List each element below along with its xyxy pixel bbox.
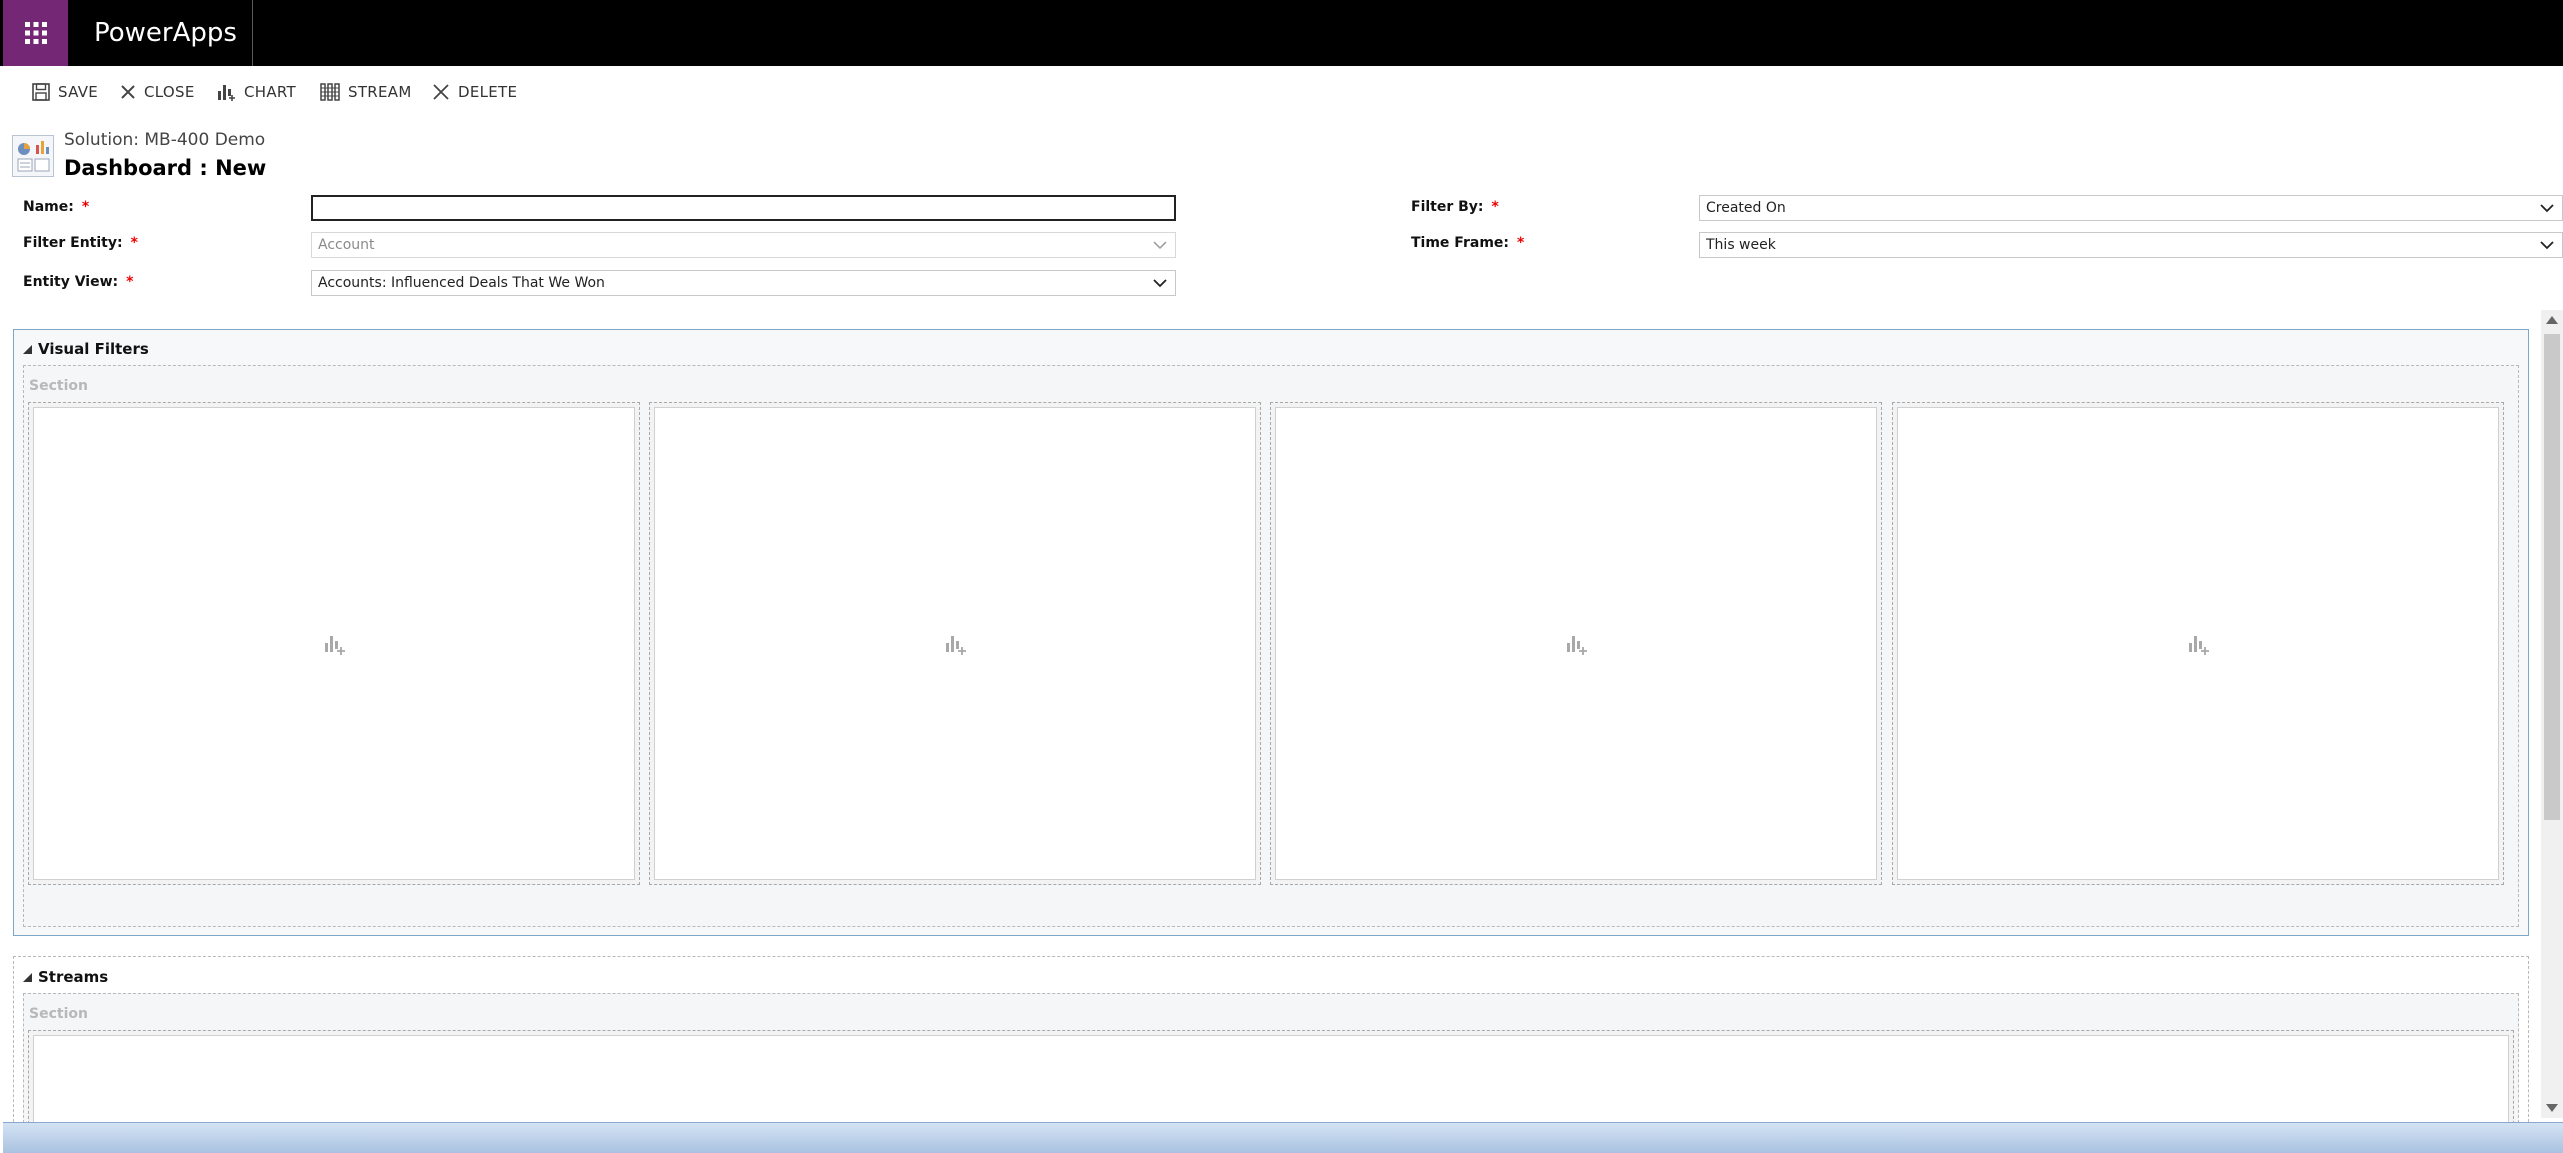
chart-placeholder-4[interactable]: [1892, 402, 2504, 885]
filter-entity-select[interactable]: Account: [311, 232, 1176, 258]
filter-entity-label: Filter Entity: *: [23, 234, 138, 252]
time-frame-label: Time Frame: *: [1411, 234, 1524, 252]
add-chart-icon: [946, 635, 966, 655]
section-label: Section: [29, 378, 88, 394]
visual-filters-header[interactable]: Visual Filters: [23, 340, 149, 358]
add-chart-icon: [1567, 635, 1587, 655]
entity-view-label-text: Entity View:: [23, 274, 119, 290]
visual-filters-title: Visual Filters: [38, 340, 149, 358]
required-marker: *: [130, 235, 138, 251]
streams-tab: Streams Section: [13, 956, 2529, 1124]
chart-label: CHART: [244, 83, 297, 101]
name-input[interactable]: [311, 195, 1176, 221]
page-title: Dashboard : New: [64, 156, 267, 180]
entity-view-select[interactable]: Accounts: Influenced Deals That We Won: [311, 270, 1176, 296]
save-icon: [32, 83, 50, 101]
close-button[interactable]: CLOSE: [120, 72, 195, 112]
chevron-down-icon: [1153, 241, 1167, 250]
time-frame-label-text: Time Frame:: [1411, 235, 1510, 251]
filter-by-label: Filter By: *: [1411, 198, 1499, 216]
stream-button[interactable]: STREAM: [320, 72, 412, 112]
streams-header[interactable]: Streams: [23, 968, 108, 986]
waffle-icon: [25, 22, 47, 44]
add-chart-icon: [218, 85, 235, 101]
visual-filters-tab: Visual Filters Section: [13, 329, 2529, 936]
app-launcher-button[interactable]: [3, 0, 68, 66]
filter-by-value: Created On: [1706, 200, 1786, 216]
entity-view-value: Accounts: Influenced Deals That We Won: [318, 275, 605, 291]
required-marker: *: [126, 274, 134, 290]
save-label: SAVE: [58, 83, 99, 101]
solution-name: Solution: MB-400 Demo: [64, 130, 266, 150]
delete-button[interactable]: DELETE: [432, 72, 517, 112]
name-label-text: Name:: [23, 199, 74, 215]
chevron-down-icon: [2540, 241, 2554, 250]
name-label: Name: *: [23, 198, 89, 216]
delete-icon: [433, 84, 449, 100]
chart-placeholder-2[interactable]: [649, 402, 1261, 885]
filter-by-select[interactable]: Created On: [1699, 195, 2563, 221]
vertical-scrollbar[interactable]: [2541, 310, 2563, 1118]
app-name[interactable]: PowerApps: [94, 17, 237, 49]
time-frame-value: This week: [1706, 237, 1776, 253]
stream-placeholder[interactable]: [28, 1030, 2514, 1124]
divider: [252, 0, 253, 66]
time-frame-select[interactable]: This week: [1699, 232, 2563, 258]
scrollbar-thumb[interactable]: [2544, 334, 2560, 820]
required-marker: *: [1491, 199, 1499, 215]
delete-label: DELETE: [458, 83, 518, 101]
filter-by-label-text: Filter By:: [1411, 199, 1484, 215]
scroll-down-icon[interactable]: [2546, 1104, 2558, 1112]
collapse-triangle-icon: [23, 344, 32, 354]
filter-entity-label-text: Filter Entity:: [23, 235, 123, 251]
required-marker: *: [1517, 235, 1525, 251]
add-chart-icon: [325, 635, 345, 655]
stream-label: STREAM: [348, 83, 412, 101]
top-navigation-bar: PowerApps: [0, 0, 2563, 66]
stream-icon: [320, 83, 340, 101]
visual-filters-section: Section: [23, 365, 2519, 927]
add-chart-icon: [2189, 635, 2209, 655]
chart-placeholder-3[interactable]: [1270, 402, 1882, 885]
collapse-triangle-icon: [23, 972, 32, 982]
dashboard-entity-icon: [12, 135, 54, 177]
status-bar: [3, 1122, 2563, 1153]
required-marker: *: [81, 199, 90, 215]
chevron-down-icon: [1153, 279, 1167, 288]
close-label: CLOSE: [144, 83, 195, 101]
section-label: Section: [29, 1006, 88, 1022]
save-button[interactable]: SAVE: [32, 72, 98, 112]
chevron-down-icon: [2540, 204, 2554, 213]
scroll-up-icon[interactable]: [2546, 316, 2558, 324]
entity-view-label: Entity View: *: [23, 273, 133, 291]
chart-placeholder-1[interactable]: [28, 402, 640, 885]
filter-entity-value: Account: [318, 237, 375, 253]
chart-button[interactable]: CHART: [216, 72, 296, 112]
close-icon: [121, 85, 135, 99]
streams-section: Section: [23, 993, 2519, 1124]
streams-title: Streams: [38, 968, 109, 986]
